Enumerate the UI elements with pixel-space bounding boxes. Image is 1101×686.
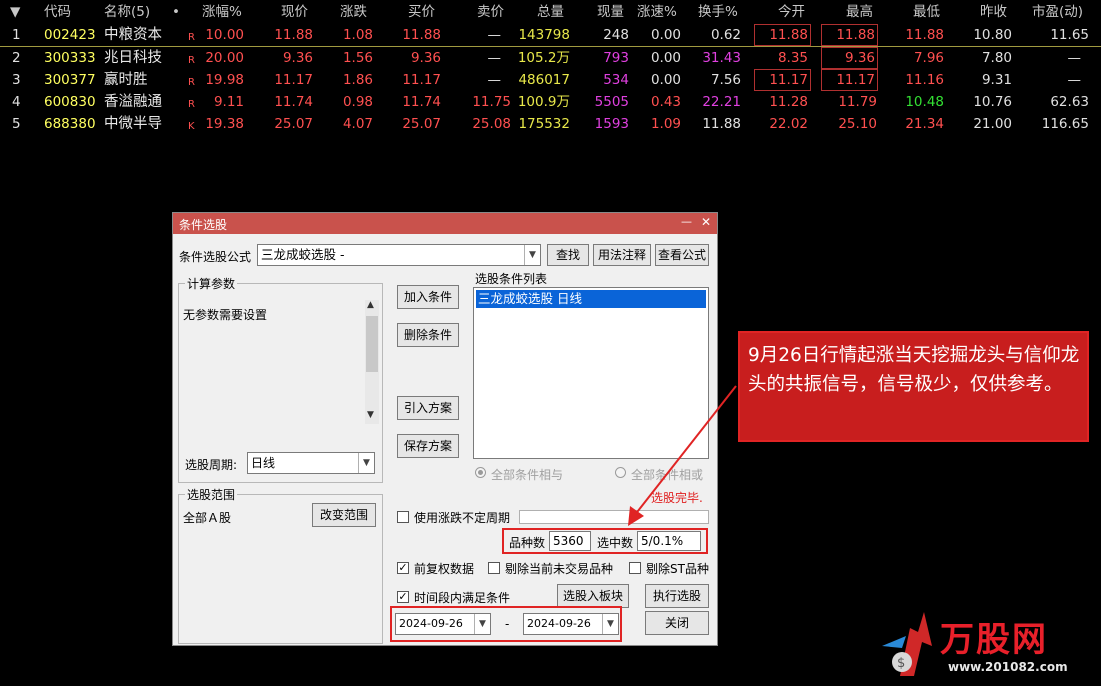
chevron-down-icon[interactable]: ▼ (524, 245, 540, 265)
execute-button[interactable]: 执行选股 (645, 584, 709, 608)
period-select[interactable]: 日线 ▼ (247, 452, 375, 474)
col-price[interactable]: 现价 (281, 0, 308, 24)
margin-flag: K (188, 121, 195, 132)
delete-condition-button[interactable]: 删除条件 (397, 323, 459, 347)
params-scrollbar[interactable]: ▲ ▼ (365, 300, 379, 424)
change-scope-button[interactable]: 改变范围 (312, 503, 376, 527)
col-dot: • (172, 4, 180, 20)
scroll-thumb[interactable] (366, 316, 378, 372)
formula-label: 条件选股公式 (179, 250, 252, 264)
scope-group: 选股范围 全部Ａ股 改变范围 (178, 486, 383, 644)
forward-adj-label: 前复权数据 (414, 562, 475, 576)
watermark-name: 万股网 (940, 620, 1048, 660)
formula-select[interactable]: 三龙成蛟选股 - ▼ (257, 244, 541, 266)
radio-and-label: 全部条件相与 (491, 468, 564, 482)
table-row[interactable]: 3 300377 赢时胜 R 19.98 11.17 1.86 11.17 — … (0, 69, 1101, 91)
add-to-block-button[interactable]: 选股入板块 (557, 584, 629, 608)
add-condition-button[interactable]: 加入条件 (397, 285, 459, 309)
chevron-down-icon[interactable]: ▼ (358, 453, 374, 473)
col-bid[interactable]: 买价 (408, 0, 435, 24)
scope-title: 选股范围 (185, 486, 238, 503)
scope-text: 全部Ａ股 (183, 511, 232, 525)
table-row[interactable]: 1 002423 中粮资本 R 10.00 11.88 1.08 11.88 —… (0, 24, 1101, 47)
col-low[interactable]: 最低 (913, 0, 940, 24)
time-range-checkbox[interactable]: ✓ (397, 591, 409, 603)
svg-text:$: $ (897, 656, 905, 671)
col-open[interactable]: 今开 (778, 0, 805, 24)
close-button[interactable]: 关闭 (645, 611, 709, 635)
table-header: ▼ 代码 名称(5) • 涨幅% 现价 涨跌 买价 卖价 总量 现量 涨速% 换… (0, 0, 1101, 24)
col-pe[interactable]: 市盈(动) (1032, 0, 1083, 24)
col-code[interactable]: 代码 (44, 0, 71, 24)
annotation-arrow-icon (628, 385, 737, 526)
exclude-untraded-checkbox[interactable] (488, 562, 500, 574)
minimize-icon[interactable]: — (681, 215, 692, 228)
quote-table: ▼ 代码 名称(5) • 涨幅% 现价 涨跌 买价 卖价 总量 现量 涨速% 换… (0, 0, 1101, 135)
date-highlight-box (390, 606, 622, 642)
params-group: 计算参数 无参数需要设置 ▲ ▼ 选股周期: 日线 ▼ (178, 275, 383, 483)
save-plan-button[interactable]: 保存方案 (397, 434, 459, 458)
table-row[interactable]: 4 600830 香溢融通 R 9.11 11.74 0.98 11.74 11… (0, 91, 1101, 113)
col-volume[interactable]: 总量 (537, 0, 564, 24)
condition-list-title: 选股条件列表 (475, 272, 548, 286)
time-range-label: 时间段内满足条件 (414, 591, 511, 605)
col-chg-pct[interactable]: 涨幅% (202, 0, 242, 24)
exclude-untraded-label: 剔除当前未交易品种 (505, 562, 614, 576)
watermark-url: www.201082.com (948, 660, 1068, 674)
col-speed[interactable]: 涨速% (637, 0, 677, 24)
watermark: $ 万股网 www.201082.com (880, 606, 1080, 682)
params-text: 无参数需要设置 (183, 308, 268, 322)
forward-adj-checkbox[interactable]: ✓ (397, 562, 409, 574)
sort-arrow-icon[interactable]: ▼ (10, 0, 20, 24)
irregular-period-label: 使用涨跌不定周期 (414, 511, 511, 525)
exclude-st-checkbox[interactable] (629, 562, 641, 574)
close-icon[interactable]: ✕ (701, 215, 711, 229)
col-chg[interactable]: 涨跌 (340, 0, 367, 24)
table-row[interactable]: 5 688380 中微半导 K 19.38 25.07 4.07 25.07 2… (0, 113, 1101, 135)
col-turnover[interactable]: 换手% (698, 0, 738, 24)
scroll-down-icon[interactable]: ▼ (367, 410, 374, 420)
list-item[interactable]: 三龙成蛟选股 日线 (476, 290, 706, 308)
margin-flag: R (188, 32, 195, 43)
view-formula-button[interactable]: 查看公式 (655, 244, 709, 266)
count-highlight-box (502, 528, 708, 554)
find-button[interactable]: 查找 (547, 244, 589, 266)
radio-and[interactable] (475, 467, 486, 478)
annotation-box: 9月26日行情起涨当天挖掘龙头与信仰龙头的共振信号，信号极少，仅供参考。 (738, 331, 1089, 442)
scroll-up-icon[interactable]: ▲ (367, 300, 374, 310)
col-cur-vol[interactable]: 现量 (597, 0, 624, 24)
col-prev-close[interactable]: 昨收 (980, 0, 1007, 24)
col-ask[interactable]: 卖价 (477, 0, 504, 24)
exclude-st-label: 剔除ST品种 (646, 562, 709, 576)
col-high[interactable]: 最高 (846, 0, 873, 24)
col-name[interactable]: 名称(5) (104, 0, 150, 24)
import-plan-button[interactable]: 引入方案 (397, 396, 459, 420)
usage-button[interactable]: 用法注释 (593, 244, 651, 266)
logo-icon: $ (882, 612, 932, 676)
dialog-title-bar[interactable]: 条件选股 — ✕ (173, 213, 717, 234)
params-title: 计算参数 (185, 275, 238, 292)
irregular-period-checkbox[interactable] (397, 511, 409, 523)
dialog-title: 条件选股 (179, 218, 228, 232)
table-row[interactable]: 2 300333 兆日科技 R 20.00 9.36 1.56 9.36 — 1… (0, 47, 1101, 69)
period-label: 选股周期: (185, 458, 238, 472)
